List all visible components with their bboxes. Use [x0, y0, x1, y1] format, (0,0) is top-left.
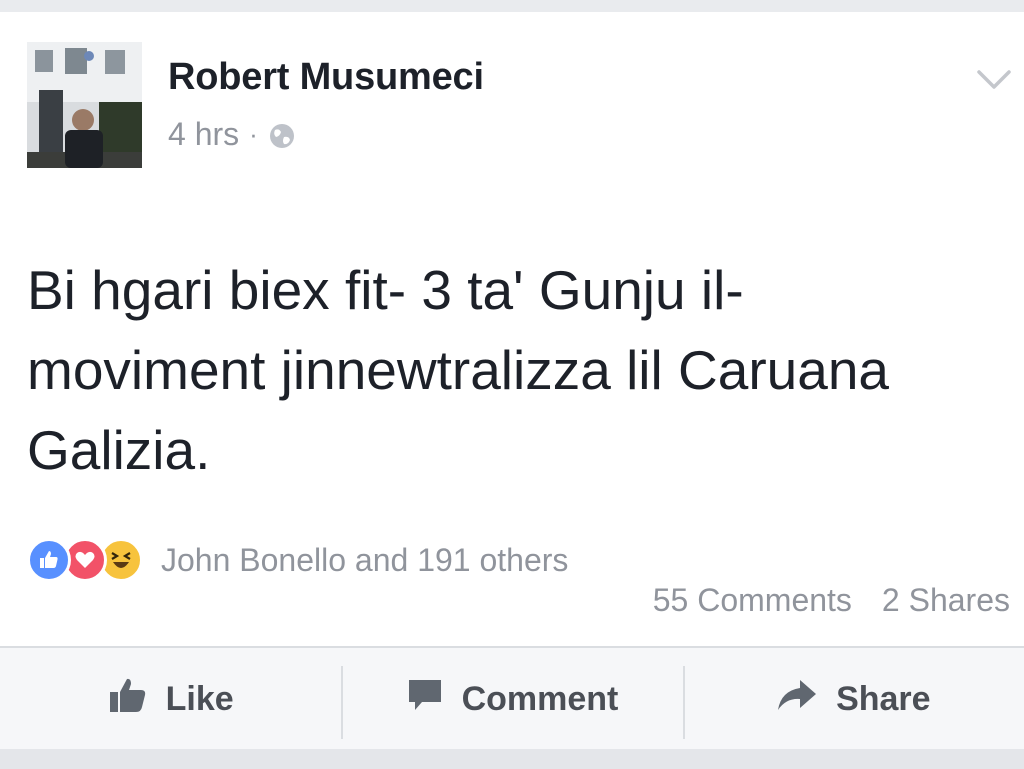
- author-name[interactable]: Robert Musumeci: [168, 56, 484, 99]
- post-card: Robert Musumeci 4 hrs · Bi hgari biex fi…: [0, 12, 1024, 751]
- reaction-summary-text[interactable]: John Bonello and 191 others: [161, 542, 568, 579]
- post-meta: 4 hrs ·: [168, 116, 296, 153]
- like-reaction-icon: [27, 538, 71, 582]
- share-button[interactable]: Share: [682, 648, 1024, 751]
- action-bar: Like Comment Share: [0, 646, 1024, 751]
- share-label: Share: [836, 680, 931, 718]
- share-count[interactable]: 2 Shares: [882, 582, 1010, 619]
- avatar[interactable]: [27, 42, 142, 168]
- bottom-divider: [0, 749, 1024, 769]
- share-arrow-icon: [776, 678, 818, 721]
- comment-icon: [406, 676, 444, 723]
- like-button[interactable]: Like: [0, 648, 341, 751]
- comment-label: Comment: [461, 680, 619, 718]
- post-time[interactable]: 4 hrs: [168, 116, 239, 153]
- thumbs-up-icon: [108, 676, 148, 723]
- comment-count[interactable]: 55 Comments: [653, 582, 852, 619]
- like-label: Like: [165, 680, 234, 718]
- meta-separator: ·: [249, 119, 258, 149]
- post-text: Bi hgari biex fit- 3 ta' Gunju il- movim…: [27, 259, 890, 481]
- reaction-summary[interactable]: John Bonello and 191 others: [27, 536, 568, 584]
- comment-button[interactable]: Comment: [341, 648, 682, 751]
- globe-icon: [268, 121, 296, 149]
- chevron-down-icon[interactable]: [976, 68, 1012, 92]
- engagement-counts: 55 Comments 2 Shares: [653, 582, 1010, 619]
